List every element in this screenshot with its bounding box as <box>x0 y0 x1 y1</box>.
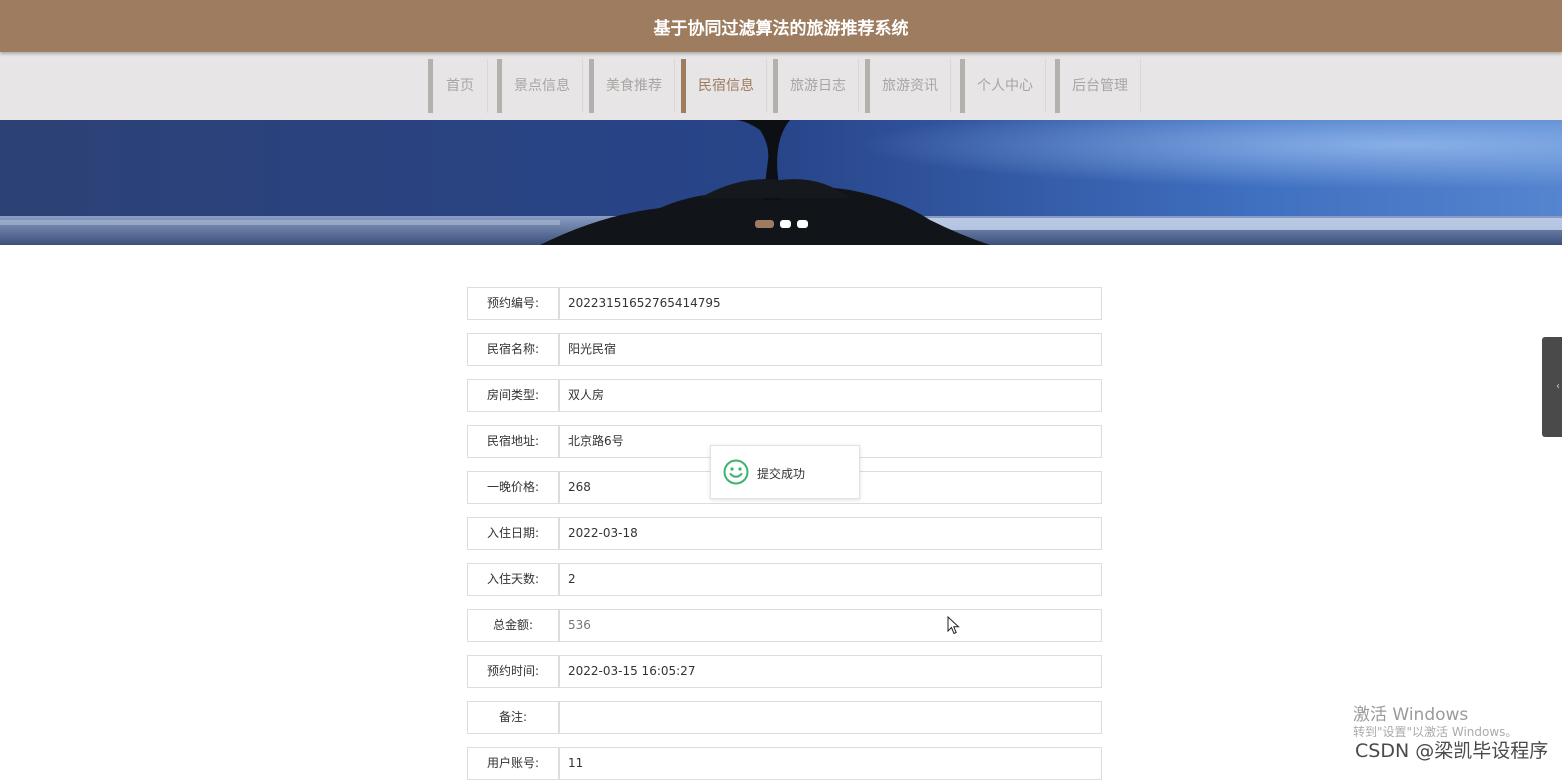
total-amount-field[interactable]: 536 <box>559 609 1102 642</box>
form-label: 预约编号: <box>467 287 559 320</box>
nav-item-travel-log[interactable]: 旅游日志 <box>773 59 859 113</box>
form-label: 用户账号: <box>467 747 559 780</box>
form-row-stay-days: 入住天数: 2 <box>467 563 1102 596</box>
room-type-field[interactable]: 双人房 <box>559 379 1102 412</box>
form-row-homestay-name: 民宿名称: 阳光民宿 <box>467 333 1102 366</box>
nav-item-attractions[interactable]: 景点信息 <box>497 59 583 113</box>
mouse-cursor-icon <box>947 616 960 635</box>
form-row-booking-number: 预约编号: 20223151652765414795 <box>467 287 1102 320</box>
form-row-total-amount: 总金额: 536 <box>467 609 1102 642</box>
nav-item-personal-center[interactable]: 个人中心 <box>960 59 1046 113</box>
nav-item-homestay[interactable]: 民宿信息 <box>681 59 767 113</box>
form-row-booking-time: 预约时间: 2022-03-15 16:05:27 <box>467 655 1102 688</box>
csdn-watermark: CSDN @梁凯毕设程序 <box>1355 740 1549 762</box>
site-title: 基于协同过滤算法的旅游推荐系统 <box>653 19 909 39</box>
booking-number-field[interactable]: 20223151652765414795 <box>559 287 1102 320</box>
hero-banner[interactable] <box>0 120 1562 245</box>
form-label: 入住天数: <box>467 563 559 596</box>
success-toast: 提交成功 <box>710 445 860 499</box>
form-label: 总金额: <box>467 609 559 642</box>
form-label: 一晚价格: <box>467 471 559 504</box>
checkin-date-field[interactable]: 2022-03-18 <box>559 517 1102 550</box>
form-row-room-type: 房间类型: 双人房 <box>467 379 1102 412</box>
chevron-left-icon: ‹ <box>1556 381 1560 392</box>
form-row-checkin-date: 入住日期: 2022-03-18 <box>467 517 1102 550</box>
homestay-name-field[interactable]: 阳光民宿 <box>559 333 1102 366</box>
form-row-user-account: 用户账号: 11 <box>467 747 1102 780</box>
nav-item-home[interactable]: 首页 <box>428 59 488 113</box>
form-label: 预约时间: <box>467 655 559 688</box>
user-account-field[interactable]: 11 <box>559 747 1102 780</box>
booking-time-field[interactable]: 2022-03-15 16:05:27 <box>559 655 1102 688</box>
site-header: 基于协同过滤算法的旅游推荐系统 <box>0 0 1562 52</box>
stay-days-field[interactable]: 2 <box>559 563 1102 596</box>
form-label: 民宿名称: <box>467 333 559 366</box>
form-label: 备注: <box>467 701 559 734</box>
toast-message: 提交成功 <box>757 467 806 481</box>
side-drawer-toggle[interactable]: ‹ <box>1542 337 1562 437</box>
windows-activation-title: 激活 Windows <box>1353 705 1469 725</box>
form-label: 房间类型: <box>467 379 559 412</box>
carousel-dot-2[interactable] <box>779 220 791 228</box>
carousel-indicators <box>0 220 1562 228</box>
nav-item-admin[interactable]: 后台管理 <box>1055 59 1141 113</box>
nav-item-travel-news[interactable]: 旅游资讯 <box>865 59 951 113</box>
smile-icon <box>723 459 749 485</box>
remarks-field[interactable] <box>559 701 1102 734</box>
form-label: 民宿地址: <box>467 425 559 458</box>
main-nav: 首页 景点信息 美食推荐 民宿信息 旅游日志 旅游资讯 个人中心 后台管理 <box>0 52 1562 120</box>
carousel-dot-1[interactable] <box>754 220 774 228</box>
nav-item-food[interactable]: 美食推荐 <box>589 59 675 113</box>
carousel-dot-3[interactable] <box>796 220 808 228</box>
form-label: 入住日期: <box>467 517 559 550</box>
form-row-remarks: 备注: <box>467 701 1102 734</box>
